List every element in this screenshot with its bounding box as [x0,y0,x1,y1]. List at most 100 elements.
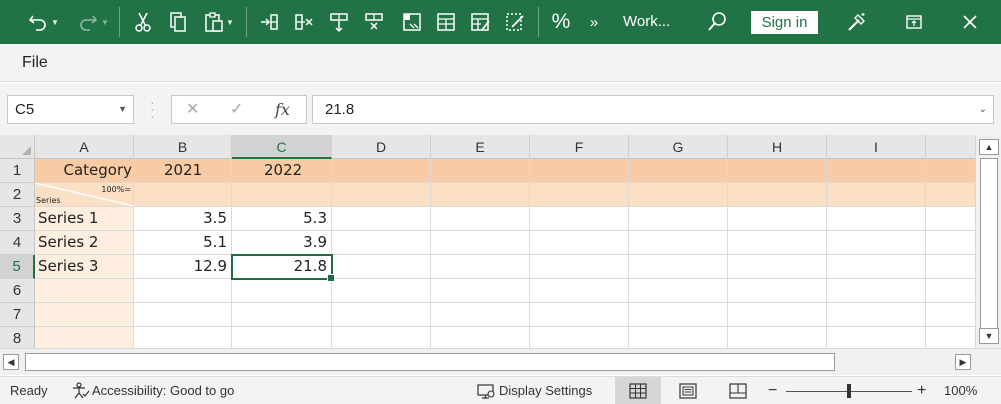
page-break-icon [729,383,747,399]
column-header-a[interactable]: A [35,135,134,159]
drag-handle-icon[interactable]: · · · [150,95,155,123]
cell-j2[interactable] [926,183,975,207]
cell-a4[interactable]: Series 2 [35,231,134,255]
cancel-icon[interactable]: ✕ [186,96,199,123]
clear-format-button[interactable] [501,0,529,44]
insert-cells-button[interactable] [255,0,283,44]
cell-c1[interactable]: 2022 [232,159,332,183]
insert-rows-icon [330,13,348,33]
insert-cells-icon [261,14,278,30]
scroll-right-button[interactable]: ▶ [955,354,971,370]
delete-rows-button[interactable] [360,0,388,44]
workbook-name[interactable]: Work... [623,0,670,44]
cell-a2[interactable]: 100%= Series [35,183,134,207]
vertical-scroll-thumb[interactable] [980,158,998,344]
sign-in-button[interactable]: Sign in [751,11,818,34]
file-tab[interactable]: File [22,44,48,82]
scroll-up-button[interactable]: ▲ [979,139,999,155]
page-layout-view-button[interactable] [665,377,711,404]
cell-e1[interactable] [431,159,530,183]
cell-d1[interactable] [332,159,431,183]
column-header-b[interactable]: B [134,135,232,159]
scroll-down-button[interactable]: ▼ [979,328,999,344]
cell-c2[interactable] [232,183,332,207]
zoom-slider-thumb[interactable] [847,384,851,398]
cell-a7[interactable] [35,303,134,327]
column-header-g[interactable]: G [629,135,728,159]
row-header-2[interactable]: 2 [0,183,35,207]
cell-j1[interactable] [926,159,975,183]
insert-rows-button[interactable] [325,0,353,44]
format-table-button[interactable] [466,0,494,44]
cell-a3[interactable]: Series 1 [35,207,134,231]
cell-h1[interactable] [728,159,827,183]
cell-b2[interactable] [134,183,232,207]
normal-view-button[interactable] [615,377,661,404]
cell-i2[interactable] [827,183,926,207]
cell-f1[interactable] [530,159,629,183]
zoom-level[interactable]: 100% [944,377,977,404]
cell-a2-bottom-note: Series [36,196,61,205]
scroll-left-button[interactable]: ◀ [3,354,19,370]
column-header-j[interactable] [926,135,975,159]
row-header-1[interactable]: 1 [0,159,35,183]
display-settings-label: Display Settings [499,383,593,398]
chevron-down-icon[interactable]: ▼ [118,96,127,123]
design-ideas-button[interactable] [842,0,872,44]
column-header-e[interactable]: E [431,135,530,159]
row-header-4[interactable]: 4 [0,231,35,255]
cell-e2[interactable] [431,183,530,207]
cell-i1[interactable] [827,159,926,183]
vertical-scrollbar[interactable]: ▲ ▼ [975,135,1001,348]
cell-f2[interactable] [530,183,629,207]
formula-input[interactable]: 21.8 ⌄ [312,95,994,124]
chevron-down-icon[interactable]: ⌄ [979,96,987,123]
search-button[interactable] [703,0,731,44]
column-header-i[interactable]: I [827,135,926,159]
page-break-view-button[interactable] [715,377,761,404]
horizontal-scrollbar[interactable]: ◀ ▶ [0,348,1001,375]
cell-d2[interactable] [332,183,431,207]
zoom-in-button[interactable]: + [917,377,926,404]
cell-a1[interactable]: Category [35,159,134,183]
cell-a5[interactable]: Series 3 [35,255,134,279]
display-settings-button[interactable]: Display Settings [476,377,592,404]
cell-b1[interactable]: 2021 [134,159,232,183]
zoom-out-button[interactable]: − [768,377,777,404]
cell-g2[interactable] [629,183,728,207]
cell-a8[interactable] [35,327,134,348]
restore-window-button[interactable] [900,0,928,44]
paste-button[interactable]: ▼ [197,0,241,44]
cell-a6[interactable] [35,279,134,303]
insert-function-button[interactable]: fx [275,96,290,123]
cell-g1[interactable] [629,159,728,183]
page-layout-icon [679,383,697,399]
delete-cells-button[interactable] [290,0,318,44]
row-header-6[interactable]: 6 [0,279,35,303]
close-button[interactable] [956,0,984,44]
column-header-c[interactable]: C [232,135,332,159]
row-header-5[interactable]: 5 [0,255,35,279]
undo-button[interactable]: ▼ [18,0,68,44]
horizontal-scroll-thumb[interactable] [25,353,835,371]
table-button[interactable] [432,0,460,44]
name-box[interactable]: C5 ▼ [7,95,134,124]
cut-button[interactable] [128,0,158,44]
copy-button[interactable] [163,0,193,44]
ready-status: Ready [10,383,48,398]
more-commands-button[interactable]: » [582,0,606,44]
column-header-f[interactable]: F [530,135,629,159]
percent-style-button[interactable]: % [546,0,576,44]
column-header-h[interactable]: H [728,135,827,159]
select-all-button[interactable] [0,135,35,159]
freeze-panes-button[interactable] [398,0,426,44]
redo-button[interactable]: ▼ [70,0,116,44]
column-header-d[interactable]: D [332,135,431,159]
accessibility-status[interactable]: Accessibility: Good to go [70,377,234,404]
table-icon [437,13,455,31]
row-header-3[interactable]: 3 [0,207,35,231]
cell-h2[interactable] [728,183,827,207]
row-header-8[interactable]: 8 [0,327,35,348]
check-icon[interactable]: ✓ [230,96,243,123]
row-header-7[interactable]: 7 [0,303,35,327]
